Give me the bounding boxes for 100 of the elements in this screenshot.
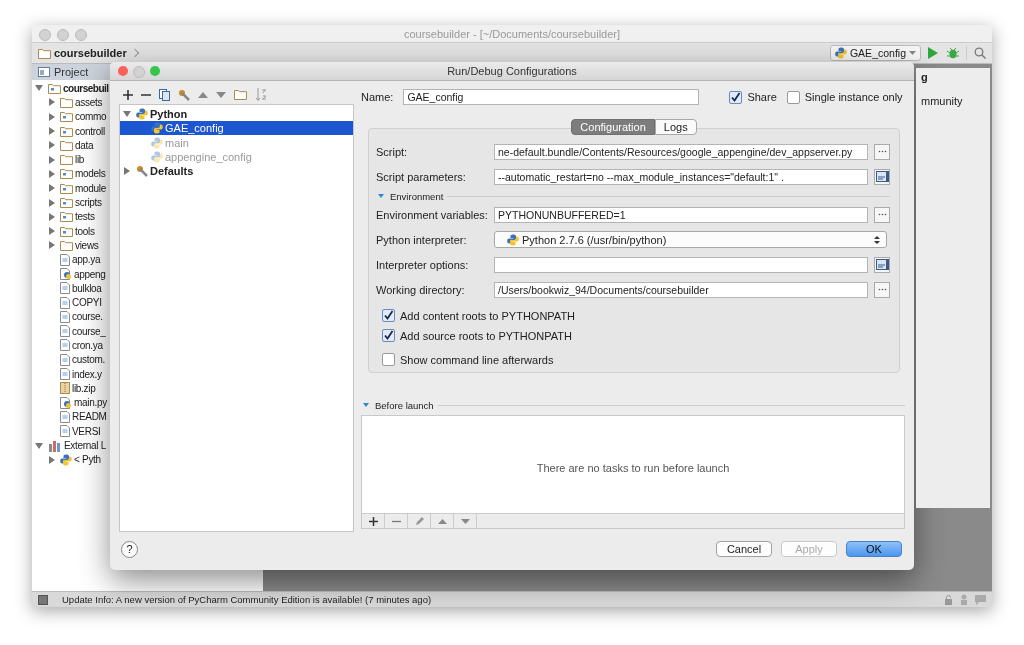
- tree-item[interactable]: cron.ya: [72, 340, 103, 351]
- checkbox-label: Show command line afterwards: [400, 353, 554, 366]
- project-tool-tab[interactable]: Project: [38, 66, 89, 78]
- configuration-item[interactable]: GAE_config: [120, 121, 353, 136]
- browse-button[interactable]: [874, 143, 890, 160]
- tree-item[interactable]: main.py: [74, 397, 107, 409]
- close-button[interactable]: [118, 66, 128, 76]
- tree-item[interactable]: tools: [75, 225, 95, 237]
- ellipsis-icon: [877, 150, 887, 153]
- wrench-icon[interactable]: [178, 88, 190, 101]
- copy-icon[interactable]: [159, 88, 170, 101]
- tab[interactable]: Configuration: [571, 119, 655, 135]
- folder-icon: [60, 154, 73, 166]
- updown-arrows-icon: [874, 234, 880, 245]
- tree-item[interactable]: COPYI: [72, 297, 102, 309]
- ellipsis-icon: [877, 213, 887, 216]
- checkbox[interactable]: [382, 329, 395, 342]
- move-up-icon[interactable]: [437, 518, 447, 524]
- collapse-arrow-icon[interactable]: [363, 403, 369, 407]
- checkbox[interactable]: [729, 90, 743, 104]
- tab[interactable]: Logs: [654, 119, 697, 135]
- pencil-icon[interactable]: [414, 516, 424, 526]
- expand-editor-button[interactable]: [874, 256, 890, 273]
- tree-item[interactable]: VERSI: [72, 425, 101, 437]
- tree-item[interactable]: lib: [75, 154, 85, 166]
- name-field[interactable]: GAE_config: [403, 89, 700, 105]
- dialog-button[interactable]: OK: [846, 541, 902, 557]
- zoom-button[interactable]: [150, 66, 160, 76]
- move-up-icon[interactable]: [198, 91, 208, 98]
- tree-group[interactable]: Python: [150, 108, 188, 120]
- file-icon: [60, 353, 70, 366]
- tree-item[interactable]: course.: [72, 311, 103, 323]
- folder-icon: [38, 47, 51, 59]
- input-field[interactable]: [494, 256, 868, 273]
- move-down-icon[interactable]: [216, 91, 226, 98]
- status-icon[interactable]: [38, 594, 48, 605]
- expand-arrow-icon[interactable]: [123, 110, 131, 118]
- tree-item[interactable]: appeng: [74, 268, 106, 280]
- tree-item[interactable]: lib.zip: [72, 382, 96, 394]
- tree-item[interactable]: < Pyth: [74, 454, 101, 466]
- expand-arrow-icon[interactable]: [35, 442, 43, 449]
- checkbox[interactable]: [786, 90, 800, 104]
- browse-button[interactable]: [874, 281, 890, 298]
- help-button[interactable]: ?: [121, 540, 138, 558]
- wrench-icon: [136, 165, 148, 178]
- search-icon[interactable]: [974, 47, 986, 59]
- input-field[interactable]: --automatic_restart=no --max_module_instances="default:1" .: [494, 168, 868, 185]
- move-down-icon[interactable]: [460, 518, 470, 524]
- browse-button[interactable]: [874, 206, 890, 223]
- folder-icon[interactable]: [234, 89, 247, 101]
- tree-item[interactable]: module: [75, 182, 106, 194]
- input-field[interactable]: PYTHONUNBUFFERED=1: [494, 206, 868, 223]
- tree-item[interactable]: coursebuil: [63, 82, 109, 94]
- tree-item[interactable]: controll: [75, 125, 105, 137]
- lock-icon[interactable]: [944, 594, 953, 605]
- section-title: Before launch: [375, 399, 434, 411]
- checkbox[interactable]: [382, 309, 395, 322]
- input-field[interactable]: ne-default.bundle/Contents/Resources/google_appengine/dev_appserver.py: [494, 143, 868, 160]
- tree-group[interactable]: Defaults: [150, 165, 194, 178]
- tree-item[interactable]: tests: [75, 211, 95, 223]
- tree-item[interactable]: assets: [75, 96, 103, 108]
- checkbox-label: Share: [747, 91, 777, 103]
- run-icon[interactable]: [928, 47, 938, 59]
- run-config-dropdown[interactable]: GAE_config: [829, 45, 921, 61]
- tree-item[interactable]: app.ya: [72, 254, 101, 266]
- file-icon: [60, 339, 70, 352]
- python-icon: [151, 150, 163, 163]
- tree-item[interactable]: commo: [75, 111, 107, 123]
- folder-icon: [60, 96, 73, 108]
- file-icon: [60, 410, 70, 423]
- add-icon[interactable]: [368, 516, 378, 526]
- folder-icon: [60, 239, 73, 251]
- tree-item[interactable]: views: [75, 239, 99, 251]
- tree-item[interactable]: custom.: [72, 354, 105, 366]
- input-field[interactable]: /Users/bookwiz_94/Documents/coursebuilder: [494, 281, 868, 298]
- dialog-button[interactable]: Cancel: [716, 541, 772, 557]
- tree-item[interactable]: scripts: [75, 197, 102, 208]
- tree-item[interactable]: index.y: [72, 368, 102, 380]
- sort-icon[interactable]: [255, 88, 267, 102]
- tree-item[interactable]: course_: [72, 325, 106, 337]
- tree-item[interactable]: bulkloa: [72, 282, 102, 294]
- window-title: coursebuilder - [~/Documents/coursebuilder]: [403, 27, 621, 40]
- collapse-arrow-icon[interactable]: [378, 194, 384, 198]
- tree-item[interactable]: READM: [72, 411, 107, 423]
- file-icon: [60, 425, 70, 438]
- file-icon: [60, 253, 70, 266]
- bug-icon[interactable]: [947, 47, 959, 59]
- breadcrumb[interactable]: coursebuilder: [38, 47, 127, 59]
- tree-item[interactable]: External L: [64, 440, 107, 452]
- checkbox[interactable]: [382, 353, 395, 366]
- tree-item[interactable]: models: [75, 168, 106, 180]
- add-icon[interactable]: [123, 89, 133, 100]
- file-icon: [60, 368, 70, 381]
- package-folder-icon: [60, 182, 73, 194]
- interpreter-dropdown[interactable]: Python 2.7.6 (/usr/bin/python): [494, 231, 887, 248]
- expand-editor-button[interactable]: [874, 168, 890, 185]
- tree-item[interactable]: data: [75, 139, 94, 151]
- field-label: Environment variables:: [376, 208, 489, 221]
- package-folder-icon: [60, 125, 73, 137]
- expand-arrow-icon[interactable]: [123, 167, 131, 176]
